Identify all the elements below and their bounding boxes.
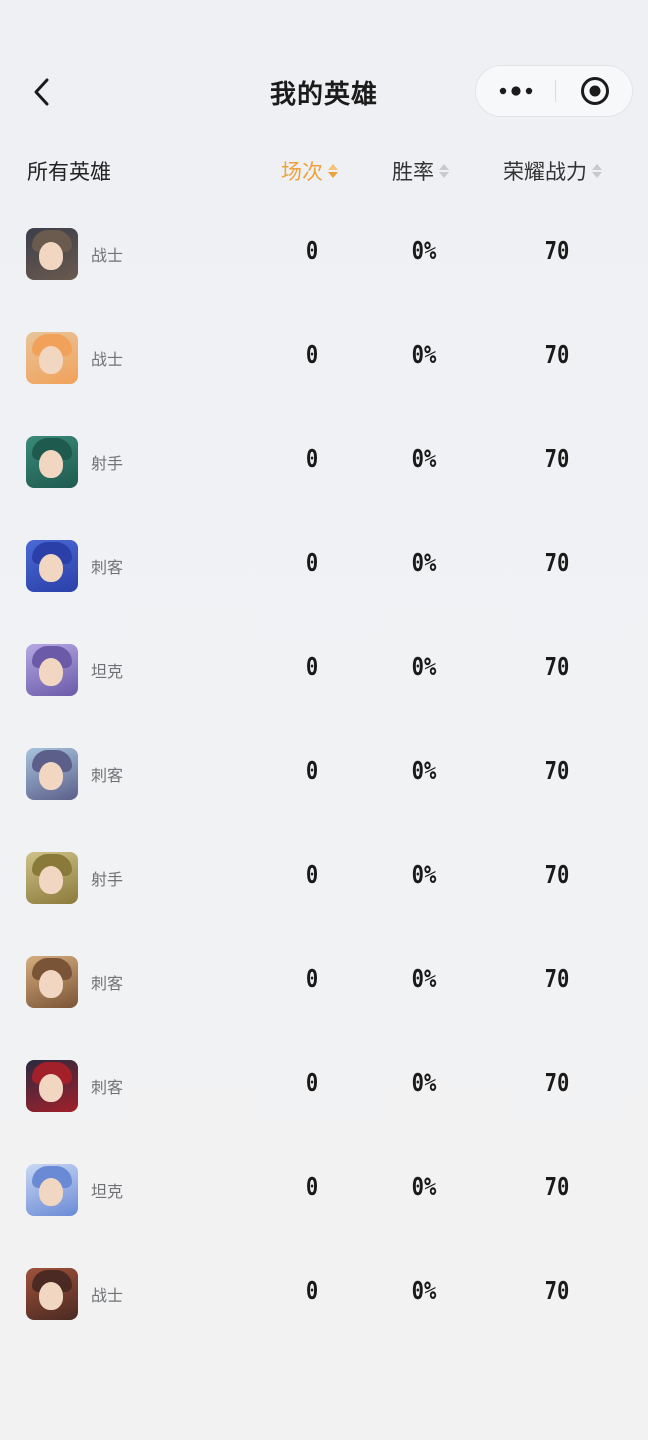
win-rate: 0% (411, 340, 437, 369)
win-rate: 0% (411, 756, 437, 785)
more-button[interactable] (476, 66, 555, 116)
hero-role: 刺客 (91, 766, 124, 785)
target-circle-icon (581, 77, 609, 105)
win-rate: 0% (411, 444, 437, 473)
glory-power: 70 (544, 340, 570, 369)
hero-row[interactable]: 战士 0 0% 70 (0, 306, 648, 410)
glory-power: 70 (544, 236, 570, 265)
mini-program-capsule (475, 65, 633, 117)
glory-power: 70 (544, 1276, 570, 1305)
hero-avatar (26, 956, 78, 1008)
hero-row[interactable]: 刺客 0 0% 70 (0, 514, 648, 618)
games-count: 0 (305, 756, 319, 785)
sort-arrows-icon (328, 164, 338, 178)
glory-power: 70 (544, 652, 570, 681)
hero-row[interactable]: 刺客 0 0% 70 (0, 722, 648, 826)
hero-role: 刺客 (91, 1078, 124, 1097)
hero-role: 坦克 (91, 1182, 124, 1201)
glory-power: 70 (544, 1068, 570, 1097)
glory-power: 70 (544, 860, 570, 889)
games-count: 0 (305, 548, 319, 577)
hero-avatar (26, 1060, 78, 1112)
navigation-bar: 我的英雄 (0, 58, 648, 126)
games-count: 0 (305, 1172, 319, 1201)
games-count: 0 (305, 1068, 319, 1097)
hero-row[interactable]: 射手 0 0% 70 (0, 410, 648, 514)
glory-power: 70 (544, 444, 570, 473)
hero-role: 射手 (91, 454, 124, 473)
hero-avatar (26, 852, 78, 904)
win-rate: 0% (411, 1172, 437, 1201)
glory-power: 70 (544, 1172, 570, 1201)
glory-power: 70 (544, 548, 570, 577)
games-count: 0 (305, 236, 319, 265)
sort-by-games[interactable]: 场次 (281, 156, 338, 186)
winrate-column-label: 胜率 (392, 160, 434, 184)
hero-role: 坦克 (91, 662, 124, 681)
sort-by-power[interactable]: 荣耀战力 (503, 156, 602, 186)
sort-arrows-icon (592, 164, 602, 178)
hero-avatar (26, 748, 78, 800)
hero-role: 战士 (91, 1286, 124, 1305)
more-dots-icon (499, 86, 532, 96)
win-rate: 0% (411, 964, 437, 993)
games-count: 0 (305, 964, 319, 993)
sort-arrows-icon (439, 164, 449, 178)
games-count: 0 (305, 340, 319, 369)
win-rate: 0% (411, 236, 437, 265)
sort-by-winrate[interactable]: 胜率 (392, 156, 449, 186)
hero-avatar (26, 436, 78, 488)
hero-role: 刺客 (91, 558, 124, 577)
close-button[interactable] (556, 66, 634, 116)
games-count: 0 (305, 860, 319, 889)
win-rate: 0% (411, 1276, 437, 1305)
hero-avatar (26, 228, 78, 280)
hero-role: 战士 (91, 246, 124, 265)
hero-row[interactable]: 战士 0 0% 70 (0, 1242, 648, 1346)
hero-row[interactable]: 刺客 0 0% 70 (0, 930, 648, 1034)
hero-row[interactable]: 战士 0 0% 70 (0, 202, 648, 306)
hero-role: 射手 (91, 870, 124, 889)
win-rate: 0% (411, 860, 437, 889)
hero-avatar (26, 1164, 78, 1216)
win-rate: 0% (411, 1068, 437, 1097)
power-column-label: 荣耀战力 (503, 160, 587, 184)
win-rate: 0% (411, 652, 437, 681)
games-column-label: 场次 (281, 160, 323, 184)
hero-avatar (26, 644, 78, 696)
all-heroes-label: 所有英雄 (27, 160, 111, 184)
hero-avatar (26, 1268, 78, 1320)
hero-role: 战士 (91, 350, 124, 369)
hero-row[interactable]: 刺客 0 0% 70 (0, 1034, 648, 1138)
hero-list: 战士 0 0% 70 战士 0 0% 70 射手 0 0% 70 刺客 0 0%… (0, 202, 648, 1346)
glory-power: 70 (544, 756, 570, 785)
games-count: 0 (305, 1276, 319, 1305)
hero-avatar (26, 332, 78, 384)
hero-row[interactable]: 坦克 0 0% 70 (0, 618, 648, 722)
hero-row[interactable]: 射手 0 0% 70 (0, 826, 648, 930)
hero-row[interactable]: 坦克 0 0% 70 (0, 1138, 648, 1242)
hero-role: 刺客 (91, 974, 124, 993)
win-rate: 0% (411, 548, 437, 577)
hero-avatar (26, 540, 78, 592)
games-count: 0 (305, 444, 319, 473)
table-header: 所有英雄 场次 胜率 荣耀战力 (0, 150, 648, 192)
games-count: 0 (305, 652, 319, 681)
glory-power: 70 (544, 964, 570, 993)
